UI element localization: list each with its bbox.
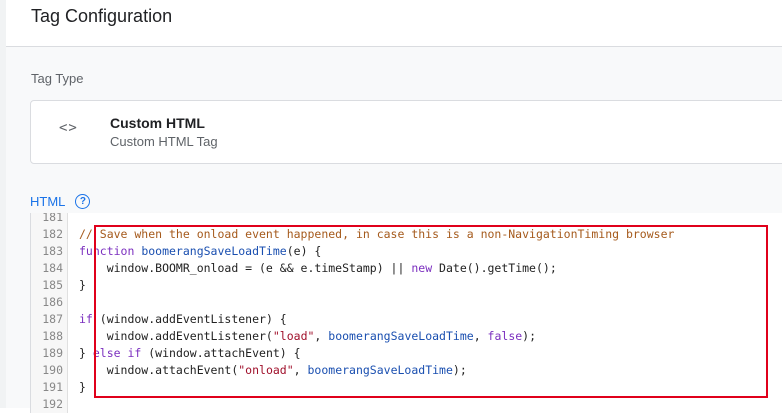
line-number: 188 (42, 329, 63, 343)
code-token: new (411, 261, 440, 275)
code-token: "onload" (238, 363, 294, 377)
line-number: 181 (42, 213, 63, 224)
line-number: 189 (42, 346, 63, 360)
line-number: 184 (42, 261, 63, 275)
code-token: boomerangSaveLoadTime (307, 363, 453, 377)
line-number: 187 (42, 312, 63, 326)
code-token: window.addEventListener( (79, 329, 273, 343)
code-line: } else if (window.attachEvent) { (79, 345, 301, 362)
code-line: } (79, 277, 86, 294)
code-line: if (window.addEventListener) { (79, 311, 287, 328)
code-token: } (79, 278, 86, 292)
code-token: , (473, 329, 488, 343)
code-line: window.BOOMR_onload = (e && e.timeStamp)… (79, 260, 557, 277)
help-circle-icon[interactable]: ? (75, 194, 91, 209)
line-number-gutter: 181 182 183 184 185 186 187 188 189 190 191 192 (31, 213, 68, 413)
code-token: (window.attachEvent) { (148, 346, 301, 360)
code-token: ); (452, 363, 467, 377)
tag-type-label: Tag Type (31, 71, 84, 86)
code-token: boomerangSaveLoadTime (328, 329, 474, 343)
tag-type-card[interactable]: <> Custom HTML Custom HTML Tag (30, 100, 782, 164)
line-number: 191 (42, 380, 63, 394)
code-token: window.BOOMR_onload = (e && e.timeStamp)… (79, 261, 412, 275)
panel-header: Tag Configuration (6, 0, 782, 47)
code-line: // Save when the onload event happened, … (79, 226, 674, 243)
code-line: } (79, 379, 86, 396)
code-token: if (79, 312, 100, 326)
code-token: false (487, 329, 523, 343)
code-token: function (79, 244, 142, 258)
code-token: } (79, 346, 93, 360)
html-code-editor[interactable]: 181 182 183 184 185 186 187 188 189 190 191 192 // … (30, 213, 782, 413)
code-line: window.attachEvent("onload", boomerangSa… (79, 362, 467, 379)
html-label: HTML (30, 194, 66, 209)
code-line: window.addEventListener("load", boomeran… (79, 328, 536, 345)
code-token: , (314, 329, 329, 343)
code-token: window.attachEvent( (79, 363, 239, 377)
line-number: 192 (42, 397, 63, 411)
code-token: (e) { (286, 244, 322, 258)
tag-configuration-panel: Tag Type <> Custom HTML Custom HTML Tag … (6, 47, 782, 413)
code-token: Date().getTime(); (439, 261, 557, 275)
code-token: } (79, 380, 86, 394)
line-number: 186 (42, 295, 63, 309)
code-icon: <> (59, 120, 78, 136)
line-number: 183 (42, 244, 63, 258)
code-line: function boomerangSaveLoadTime(e) { (79, 243, 321, 260)
line-number: 185 (42, 278, 63, 292)
html-label-row: HTML ? (30, 193, 91, 211)
code-token: boomerangSaveLoadTime (141, 244, 287, 258)
code-token: , (293, 363, 308, 377)
code-token: else if (92, 346, 149, 360)
code-token: (window.addEventListener) { (99, 312, 287, 326)
code-token: "load" (272, 329, 315, 343)
code-token: // Save when the onload event happened, … (79, 227, 675, 241)
code-token: ); (522, 329, 537, 343)
line-number: 182 (42, 227, 63, 241)
page-title: Tag Configuration (31, 6, 173, 26)
tag-type-name: Custom HTML (110, 115, 205, 131)
line-number: 190 (42, 363, 63, 377)
tag-type-subtitle: Custom HTML Tag (110, 134, 218, 149)
